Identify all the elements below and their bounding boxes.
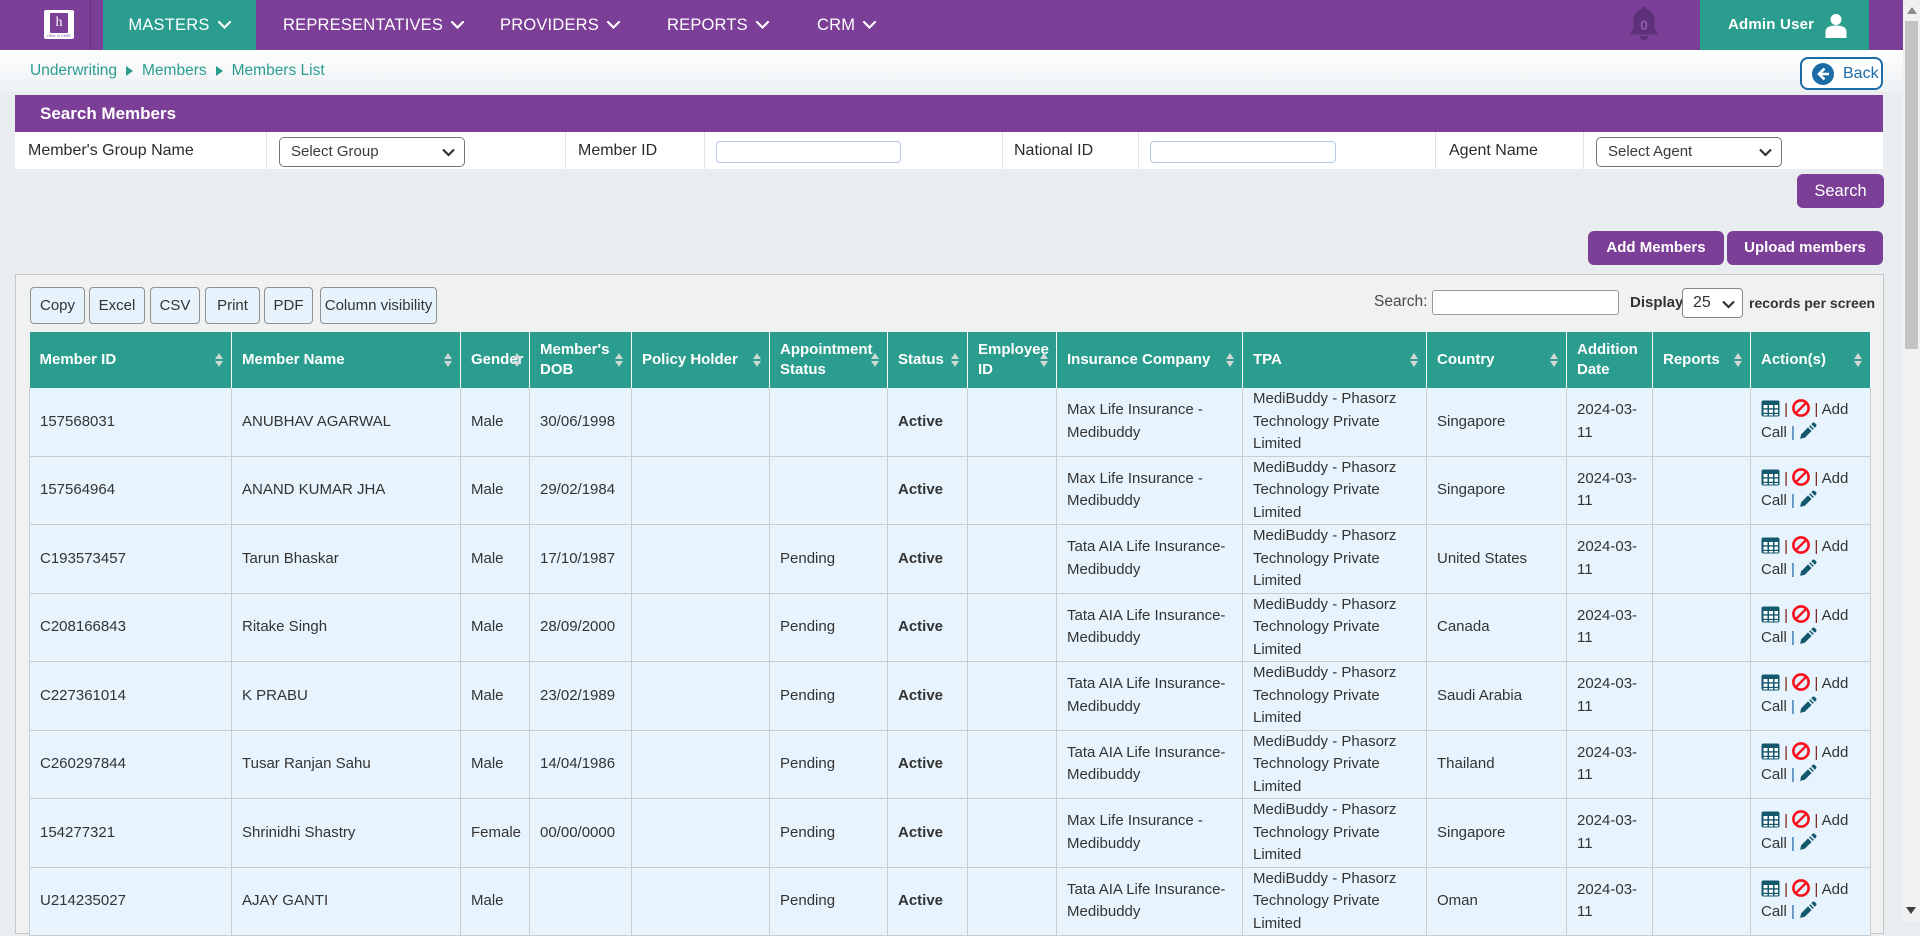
svg-text:0: 0	[1640, 17, 1648, 33]
